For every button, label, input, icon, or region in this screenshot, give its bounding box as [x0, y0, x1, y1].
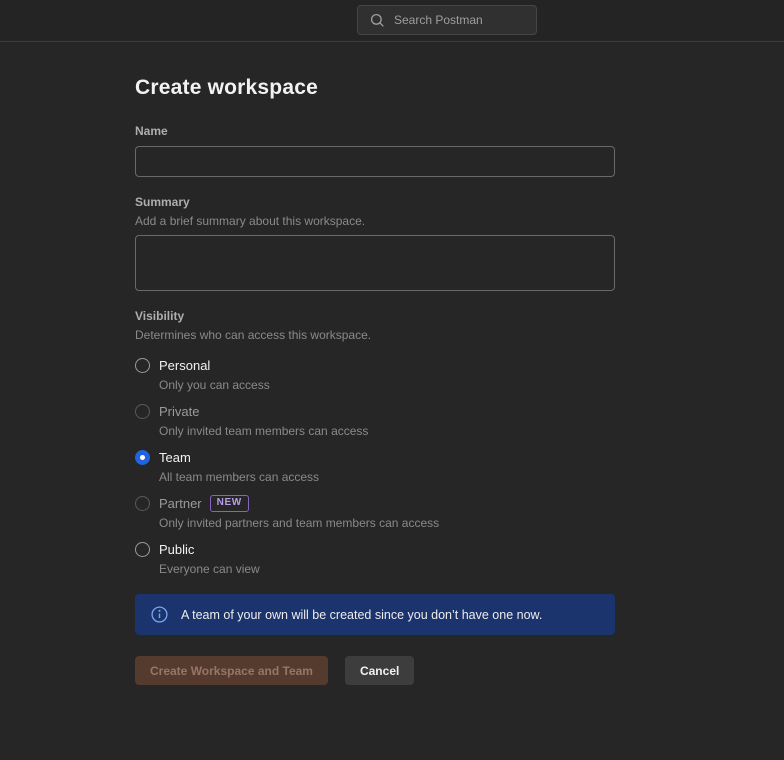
option-label-private: Private [159, 403, 199, 420]
create-workspace-form: Create workspace Name Summary Add a brie… [135, 76, 615, 685]
cancel-button[interactable]: Cancel [345, 656, 414, 685]
radio-option-public[interactable]: Public Everyone can view [135, 541, 615, 577]
radio-option-team[interactable]: Team All team members can access [135, 449, 615, 485]
radio-option-personal[interactable]: Personal Only you can access [135, 357, 615, 393]
name-label: Name [135, 124, 615, 138]
search-icon [370, 13, 385, 28]
search-input[interactable]: Search Postman [357, 5, 537, 35]
option-label-personal: Personal [159, 357, 210, 374]
option-desc-team: All team members can access [159, 469, 319, 485]
action-buttons: Create Workspace and Team Cancel [135, 656, 615, 685]
radio-partner-icon[interactable] [135, 496, 150, 511]
visibility-field-group: Visibility Determines who can access thi… [135, 309, 615, 577]
radio-private-icon[interactable] [135, 404, 150, 419]
radio-option-private[interactable]: Private Only invited team members can ac… [135, 403, 615, 439]
summary-description: Add a brief summary about this workspace… [135, 214, 615, 228]
option-label-public: Public [159, 541, 194, 558]
name-input[interactable] [135, 146, 615, 177]
page-title: Create workspace [135, 76, 615, 100]
summary-field-group: Summary Add a brief summary about this w… [135, 195, 615, 291]
option-desc-private: Only invited team members can access [159, 423, 368, 439]
summary-label: Summary [135, 195, 615, 209]
radio-public-icon[interactable] [135, 542, 150, 557]
radio-personal-icon[interactable] [135, 358, 150, 373]
option-desc-public: Everyone can view [159, 561, 260, 577]
top-bar: Search Postman [0, 0, 784, 42]
option-label-team: Team [159, 449, 191, 466]
option-desc-partner: Only invited partners and team members c… [159, 515, 439, 531]
visibility-label: Visibility [135, 309, 615, 323]
create-workspace-and-team-button[interactable]: Create Workspace and Team [135, 656, 328, 685]
option-desc-personal: Only you can access [159, 377, 270, 393]
option-label-partner: Partner [159, 495, 202, 512]
info-banner: A team of your own will be created since… [135, 594, 615, 635]
summary-textarea[interactable] [135, 235, 615, 291]
visibility-options: Personal Only you can access Private Onl… [135, 357, 615, 577]
info-banner-text: A team of your own will be created since… [181, 608, 542, 622]
name-field-group: Name [135, 124, 615, 177]
info-icon [151, 606, 168, 623]
new-badge: NEW [210, 495, 249, 512]
radio-team-icon[interactable] [135, 450, 150, 465]
visibility-description: Determines who can access this workspace… [135, 328, 615, 342]
radio-option-partner[interactable]: Partner NEW Only invited partners and te… [135, 495, 615, 531]
search-placeholder: Search Postman [394, 13, 483, 27]
